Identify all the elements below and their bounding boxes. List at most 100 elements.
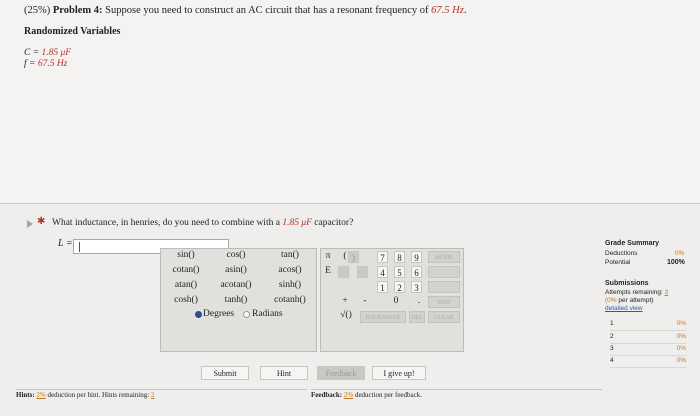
per-attempt-row: (0% per attempt) <box>605 297 695 304</box>
question-text: What inductance, in henries, do you need… <box>52 218 353 228</box>
feedback-button[interactable]: Feedback <box>317 366 365 380</box>
key-cotan[interactable]: cotan() <box>164 265 208 275</box>
key-del[interactable]: DEL <box>409 311 425 323</box>
submission-pct: 0% <box>676 345 686 352</box>
question-end: capacitor? <box>314 218 354 228</box>
hints-text: deduction per hint. Hints remaining: <box>47 391 150 399</box>
frequency-value: 67.5 Hz <box>431 5 464 16</box>
submission-number: 4 <box>610 357 614 364</box>
key-blank-2 <box>357 266 368 278</box>
key-home[interactable]: HOME <box>428 251 460 263</box>
key-asin[interactable]: asin() <box>214 265 258 275</box>
key-5[interactable]: 5 <box>394 266 405 278</box>
detailed-view-link[interactable]: detailed view <box>605 305 643 312</box>
submit-button[interactable]: Submit <box>201 366 249 380</box>
give-up-button[interactable]: I give up! <box>372 366 426 380</box>
potential-label: Potential <box>605 259 631 266</box>
key-close-paren[interactable]: ) <box>348 251 359 263</box>
key-sqrt[interactable]: √() <box>336 310 356 320</box>
submissions-heading: Submissions <box>605 280 649 287</box>
submission-number: 2 <box>610 333 614 340</box>
potential-row: Potential 100% <box>605 259 685 266</box>
key-3[interactable]: 3 <box>411 281 422 293</box>
attempts-row: Attempts remaining: 3 <box>605 289 695 296</box>
key-decimal[interactable]: . <box>414 296 424 306</box>
submission-number: 1 <box>610 320 614 327</box>
key-sinh[interactable]: sinh() <box>266 280 314 290</box>
problem-statement: (25%) Problem 4: Suppose you need to con… <box>24 5 466 16</box>
question-body: What inductance, in henries, do you need… <box>52 218 280 228</box>
hints-pct: 2% <box>36 391 46 399</box>
deductions-label: Deductions <box>605 250 638 257</box>
attempts-label: Attempts remaining: <box>605 289 663 296</box>
key-nav-down[interactable] <box>428 281 460 293</box>
expand-arrow-icon[interactable] <box>27 220 33 228</box>
key-blank-1 <box>338 266 349 278</box>
hint-button[interactable]: Hint <box>260 366 308 380</box>
submissions-title: Submissions <box>605 280 649 287</box>
key-cotanh[interactable]: cotanh() <box>266 295 314 305</box>
key-4[interactable]: 4 <box>377 266 388 278</box>
var-f-label: f = <box>24 59 36 69</box>
deductions-row: Deductions 0% <box>605 250 685 257</box>
key-sin[interactable]: sin() <box>164 250 208 260</box>
hints-label: Hints: <box>16 391 35 399</box>
key-2[interactable]: 2 <box>394 281 405 293</box>
submission-row: 3 0% <box>610 345 686 356</box>
var-capacitance: C = 1.85 μF <box>24 48 71 58</box>
submission-row: 1 0% <box>610 320 686 331</box>
key-8[interactable]: 8 <box>394 251 405 263</box>
radians-radio[interactable] <box>243 311 250 318</box>
key-plus[interactable]: + <box>339 296 351 306</box>
key-backspace[interactable]: BACKSPACE <box>360 311 406 323</box>
key-tanh[interactable]: tanh() <box>214 295 258 305</box>
key-clear[interactable]: CLEAR <box>428 311 460 323</box>
key-nav-up[interactable] <box>428 266 460 278</box>
hints-info: Hints: 2% deduction per hint. Hints rema… <box>16 389 307 401</box>
submission-pct: 0% <box>676 357 686 364</box>
feedback-text: deduction per feedback. <box>354 391 423 399</box>
key-end[interactable]: END <box>428 296 460 308</box>
key-1[interactable]: 1 <box>377 281 388 293</box>
radians-label: Radians <box>252 309 283 319</box>
degrees-radio[interactable] <box>195 311 202 318</box>
key-tan[interactable]: tan() <box>266 250 314 260</box>
key-minus[interactable]: - <box>359 296 371 306</box>
submission-row: 4 0% <box>610 357 686 368</box>
key-6[interactable]: 6 <box>411 266 422 278</box>
randomized-heading: Randomized Variables <box>24 26 121 37</box>
degrees-label: Degrees <box>203 309 235 319</box>
grade-summary-heading: Grade Summary <box>605 240 660 247</box>
per-attempt-text: per attempt) <box>618 297 654 304</box>
submission-pct: 0% <box>676 320 686 327</box>
feedback-label: Feedback: <box>311 391 343 399</box>
per-attempt-pct: (0% <box>605 297 617 304</box>
problem-text: Suppose you need to construct an AC circ… <box>105 5 429 16</box>
star-icon: ✱ <box>37 216 46 227</box>
key-7[interactable]: 7 <box>377 251 388 263</box>
key-acos[interactable]: acos() <box>266 265 314 275</box>
key-cos[interactable]: cos() <box>214 250 258 260</box>
submission-pct: 0% <box>676 333 686 340</box>
text-cursor <box>79 242 80 252</box>
key-acotan[interactable]: acotan() <box>214 280 258 290</box>
submission-row: 2 0% <box>610 333 686 344</box>
problem-weight: (25%) <box>24 5 51 16</box>
problem-number: Problem 4: <box>52 5 103 16</box>
key-9[interactable]: 9 <box>411 251 422 263</box>
grade-summary-title: Grade Summary <box>605 240 659 247</box>
potential-value: 100% <box>667 259 685 266</box>
submission-number: 3 <box>610 345 614 352</box>
key-pi[interactable]: π <box>322 251 334 261</box>
var-frequency: f = 67.5 Hz <box>24 59 67 69</box>
attempts-value: 3 <box>664 289 669 296</box>
question-cap-value: 1.85 μF <box>282 218 312 228</box>
hints-remaining: 2 <box>150 391 155 399</box>
feedback-info: Feedback: 2% deduction per feedback. <box>311 389 602 401</box>
key-e[interactable]: E <box>322 266 334 276</box>
key-0[interactable]: 0 <box>390 296 402 306</box>
var-f-value: 67.5 Hz <box>37 59 68 69</box>
key-atan[interactable]: atan() <box>164 280 208 290</box>
problem-period: . <box>463 5 467 16</box>
key-cosh[interactable]: cosh() <box>164 295 208 305</box>
